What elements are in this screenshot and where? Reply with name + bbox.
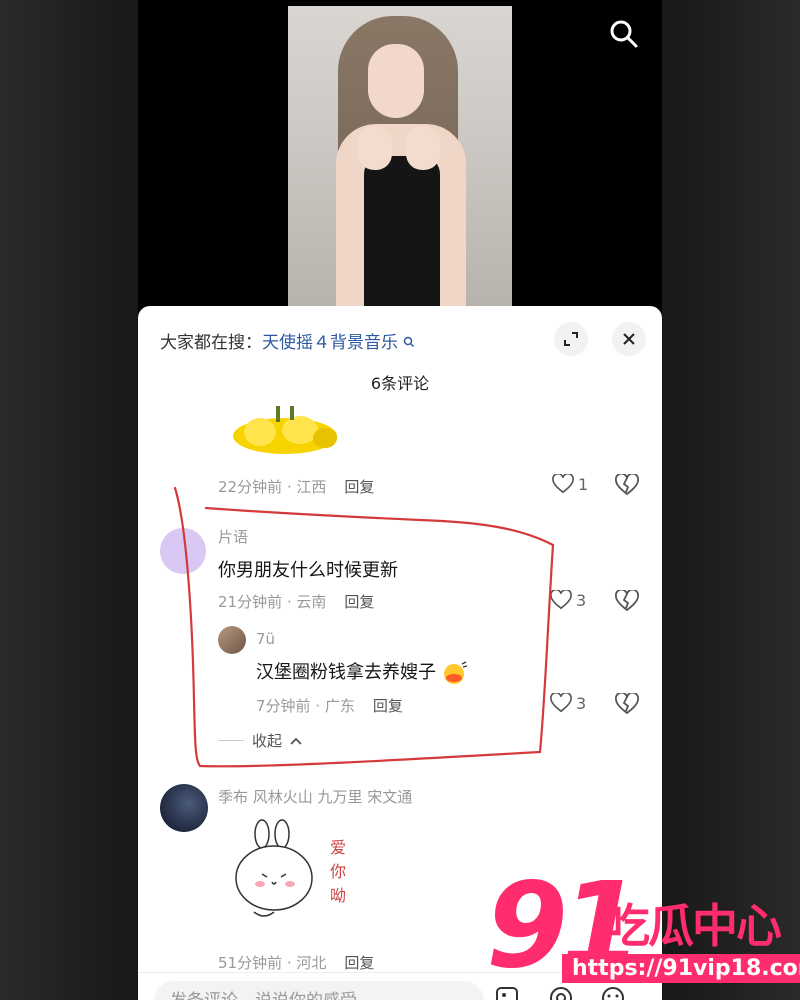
comment-input[interactable]: 发条评论，说说你的感受 <box>154 981 484 1000</box>
comment-username[interactable]: 片语 <box>218 526 248 547</box>
reply-button[interactable]: 回复 <box>344 954 374 972</box>
heart-icon <box>550 590 572 610</box>
reply-username[interactable]: 7ü <box>256 630 275 648</box>
bunny-sticker-icon <box>235 819 313 917</box>
comment-time-location: 51分钟前 · 河北 <box>218 954 327 972</box>
comment-username[interactable]: 季布 风林火山 九万里 宋文通 <box>218 786 412 807</box>
expand-icon <box>564 332 578 346</box>
video-figure-hand-left <box>358 126 392 170</box>
watermark-brand: 吃瓜中心 <box>604 899 782 953</box>
hot-search-prefix: 大家都在搜： <box>160 333 262 353</box>
collapse-replies-button[interactable]: 收起 <box>218 730 302 751</box>
reply-text-content: 汉堡圈粉钱拿去养嫂子 <box>256 662 436 683</box>
comment-meta: 22分钟前 · 江西 回复 <box>218 476 374 497</box>
broken-heart-icon[interactable] <box>615 693 639 715</box>
expand-button[interactable] <box>554 322 588 356</box>
video-figure-face <box>368 44 424 118</box>
reply-time-location: 7分钟前 · 广东 <box>256 697 355 715</box>
watermark-logo: 91 吃瓜中心 https://91vip18.com <box>486 866 800 986</box>
like-button[interactable]: 3 <box>550 590 586 610</box>
video-preview[interactable] <box>288 6 512 306</box>
reply-text: 汉堡圈粉钱拿去养嫂子 <box>256 658 468 685</box>
flower-sticker-image <box>233 406 337 454</box>
close-icon <box>623 333 635 345</box>
comment-meta: 51分钟前 · 河北 回复 <box>218 952 374 973</box>
comment-count: 6条评论 <box>370 374 430 393</box>
sticker-text-1: 爱 <box>330 838 347 857</box>
reply-avatar[interactable] <box>218 626 246 654</box>
comment-time-location: 22分钟前 · 江西 <box>218 478 327 496</box>
video-figure-hand-right <box>406 126 440 170</box>
like-count: 1 <box>578 474 589 494</box>
hot-search-banner[interactable]: 大家都在搜：天使摇４背景音乐 <box>160 328 415 353</box>
like-count: 3 <box>576 590 587 610</box>
love-you-sticker: 爱 你 呦 <box>234 816 354 946</box>
video-figure-dress <box>364 156 440 306</box>
heart-icon <box>552 474 574 494</box>
reply-button[interactable]: 回复 <box>344 593 374 611</box>
search-small-icon <box>404 336 415 348</box>
broken-heart-icon[interactable] <box>615 474 639 496</box>
close-button[interactable] <box>612 322 646 356</box>
hot-search-link[interactable]: 天使摇４背景音乐 <box>262 333 398 353</box>
divider <box>218 740 244 741</box>
reply-button[interactable]: 回复 <box>344 478 374 496</box>
reply-meta: 7分钟前 · 广东 回复 <box>256 695 403 716</box>
like-button[interactable]: 3 <box>550 693 586 713</box>
chevron-up-icon <box>290 737 302 745</box>
like-button[interactable]: 1 <box>552 474 588 494</box>
comment-meta: 21分钟前 · 云南 回复 <box>218 591 374 612</box>
phone-screen: 大家都在搜：天使摇４背景音乐 6条评论 22分钟前 · 江西 回复 1 片语 你… <box>138 0 662 1000</box>
watermark-url: https://91vip18.com <box>562 954 800 983</box>
like-count: 3 <box>576 693 587 713</box>
avatar[interactable] <box>160 784 208 832</box>
comment-time-location: 21分钟前 · 云南 <box>218 593 327 611</box>
sticker-text-3: 呦 <box>330 886 347 905</box>
comment-text: 你男朋友什么时候更新 <box>218 560 398 581</box>
collapse-label: 收起 <box>252 732 283 750</box>
sticker-text-2: 你 <box>330 862 347 881</box>
emoji-duck-icon <box>443 661 467 684</box>
heart-icon <box>550 693 572 713</box>
broken-heart-icon[interactable] <box>615 590 639 612</box>
avatar[interactable] <box>160 528 206 574</box>
reply-button[interactable]: 回复 <box>373 697 403 715</box>
search-icon[interactable] <box>608 18 640 50</box>
